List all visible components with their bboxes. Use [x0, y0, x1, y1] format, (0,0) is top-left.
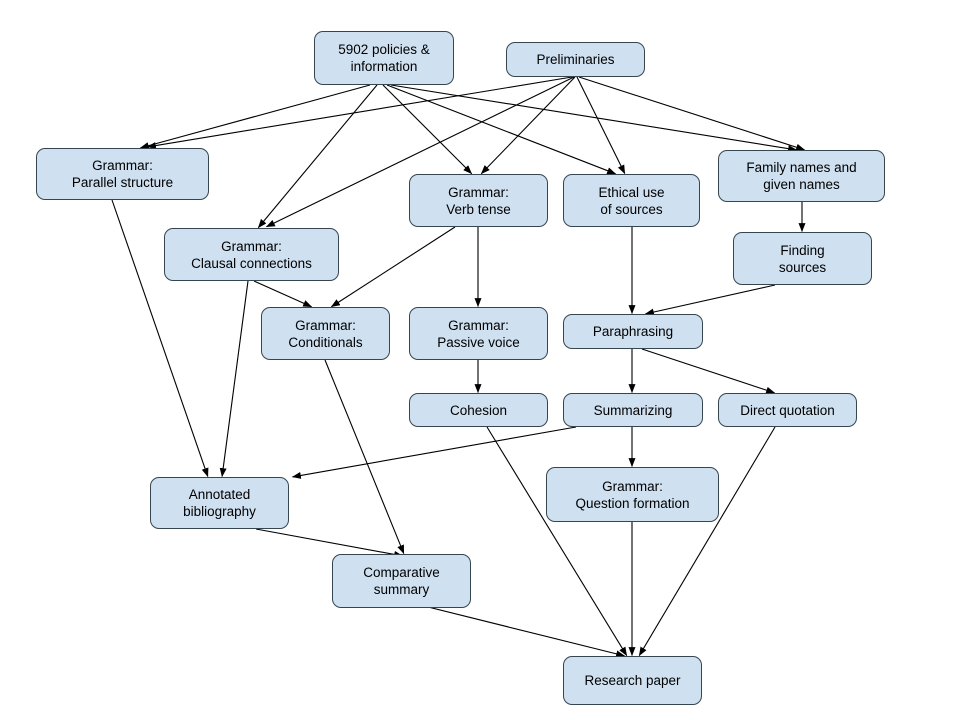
node-label: 5902 policies & information — [338, 42, 430, 74]
node-label: Paraphrasing — [592, 324, 674, 339]
node-label: Grammar: Conditionals — [288, 317, 363, 350]
node-label: Ethical use of sources — [598, 184, 665, 217]
edge-paraphrase-to-quotation — [641, 348, 776, 394]
node-label: Preliminaries — [536, 52, 615, 67]
node-label: Cohesion — [449, 402, 508, 418]
flowchart-canvas: 5902 policies & information Preliminaries… — [0, 0, 960, 720]
node-verbtense[interactable]: Grammar: Verb tense — [409, 174, 548, 227]
node-summarizing[interactable]: Summarizing — [563, 393, 703, 427]
node-paraphrase[interactable]: Paraphrasing — [563, 314, 703, 349]
edge-prelim-to-family — [578, 76, 806, 151]
edge-quotation-to-research — [638, 426, 776, 657]
node-cohesion[interactable]: Cohesion — [409, 393, 548, 427]
node-label: Research paper — [584, 673, 681, 688]
node-research[interactable]: Research paper — [563, 656, 702, 705]
node-label: Family names and given names — [746, 160, 857, 192]
edge-layer — [111, 76, 806, 658]
node-label: Direct quotation — [740, 402, 835, 418]
edge-prelim-to-ethical — [576, 76, 626, 175]
node-conditional[interactable]: Grammar: Conditionals — [261, 307, 390, 360]
edge-comparative-to-research — [399, 599, 626, 658]
edge-policies-to-family — [390, 84, 798, 153]
node-label: Finding sources — [778, 242, 827, 275]
edge-annotated-to-comparative — [255, 528, 404, 558]
edge-clausal-to-conditional — [253, 280, 313, 308]
node-label: Grammar: Verb tense — [446, 184, 511, 217]
node-passive[interactable]: Grammar: Passive voice — [409, 307, 548, 360]
node-family[interactable]: Family names and given names — [718, 150, 885, 202]
edge-summarizing-to-annotated — [291, 426, 577, 479]
node-quotation[interactable]: Direct quotation — [718, 393, 857, 427]
edge-conditional-to-comparative — [324, 359, 405, 555]
node-clausal[interactable]: Grammar: Clausal connections — [164, 228, 339, 281]
node-label: Grammar: Passive voice — [437, 317, 520, 350]
node-prelim[interactable]: Preliminaries — [506, 42, 645, 77]
node-ethical[interactable]: Ethical use of sources — [563, 174, 700, 227]
node-label: Grammar: Question formation — [575, 478, 690, 511]
edge-verbtense-to-conditional — [330, 226, 456, 308]
node-label: Annotated bibliography — [183, 487, 256, 519]
edge-cohesion-to-research — [486, 426, 628, 657]
node-policies[interactable]: 5902 policies & information — [314, 31, 454, 85]
node-question[interactable]: Grammar: Question formation — [546, 467, 719, 522]
node-comparative[interactable]: Comparative summary — [332, 554, 471, 608]
node-parallel[interactable]: Grammar: Parallel structure — [36, 148, 209, 200]
edge-clausal-to-annotated — [219, 280, 249, 478]
node-label: Summarizing — [593, 402, 673, 418]
edge-policies-to-ethical — [386, 84, 617, 175]
node-finding[interactable]: Finding sources — [733, 232, 872, 285]
edge-finding-to-paraphrase — [644, 284, 776, 316]
edge-policies-to-clausal — [257, 84, 378, 229]
node-label: Grammar: Parallel structure — [71, 158, 174, 190]
node-label: Grammar: Clausal connections — [191, 238, 312, 271]
edge-prelim-to-verbtense — [480, 76, 576, 175]
node-annotated[interactable]: Annotated bibliography — [150, 477, 289, 529]
edge-policies-to-verbtense — [382, 84, 473, 175]
node-label: Comparative summary — [363, 565, 440, 597]
